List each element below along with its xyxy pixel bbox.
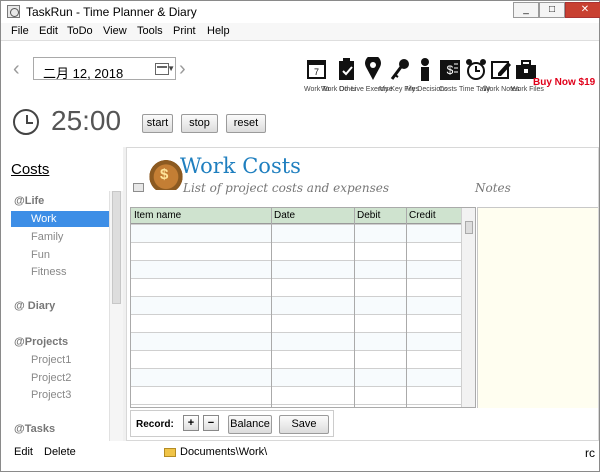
table-row-divider xyxy=(131,404,461,405)
notes-area[interactable] xyxy=(477,207,598,408)
key-tool-icon[interactable] xyxy=(389,57,411,83)
maximize-button[interactable]: □ xyxy=(539,2,565,18)
next-day-arrow[interactable]: › xyxy=(179,59,186,79)
close-button[interactable]: ✕ xyxy=(565,2,600,18)
folder-icon xyxy=(164,448,176,457)
svg-text:$: $ xyxy=(447,63,454,77)
column-credit[interactable]: Credit xyxy=(409,210,436,221)
timer-display: 25:00 xyxy=(51,105,122,136)
buy-now-link[interactable]: Buy Now $19 xyxy=(533,77,595,88)
table-row-divider xyxy=(131,332,461,333)
left-panel-title[interactable]: Costs xyxy=(11,161,49,178)
table-row-divider xyxy=(131,386,461,387)
list-item-work-selected[interactable]: Work xyxy=(11,211,109,227)
section-diary[interactable]: @ Diary xyxy=(14,300,55,312)
table-row-divider xyxy=(131,242,461,243)
table-row[interactable] xyxy=(131,368,461,386)
calculator-icon xyxy=(133,183,144,192)
stop-button[interactable]: stop xyxy=(181,114,218,133)
list-item-project2[interactable]: Project2 xyxy=(31,372,71,384)
page-subtitle: List of project costs and expenses xyxy=(183,181,389,195)
menu-tools[interactable]: Tools xyxy=(137,25,163,37)
notes-title: Notes xyxy=(475,181,511,195)
calendar-tool-icon[interactable]: 7 xyxy=(306,57,328,83)
section-tasks[interactable]: @Tasks xyxy=(14,423,55,435)
left-panel-scroll-thumb[interactable] xyxy=(112,191,121,304)
menu-view[interactable]: View xyxy=(103,25,127,37)
timer-row: 25:00 start stop reset xyxy=(1,97,599,147)
table-row[interactable] xyxy=(131,296,461,314)
add-record-button[interactable]: + xyxy=(183,415,199,431)
costs-table[interactable]: Item name Date Debit Credit xyxy=(130,207,476,408)
table-row-divider xyxy=(131,314,461,315)
section-projects[interactable]: @Projects xyxy=(14,336,68,348)
record-label: Record: xyxy=(136,419,174,430)
table-scrollbar[interactable] xyxy=(461,208,475,407)
table-row[interactable] xyxy=(131,260,461,278)
record-toolbar: Record: + − Balance Save xyxy=(130,410,334,437)
main-window: TaskRun - Time Planner & Diary _ □ ✕ Fil… xyxy=(0,0,600,472)
window-title: TaskRun - Time Planner & Diary xyxy=(26,5,197,19)
pin-tool-icon[interactable] xyxy=(362,55,384,83)
column-debit[interactable]: Debit xyxy=(357,210,380,221)
menu-help[interactable]: Help xyxy=(207,25,230,37)
balance-button[interactable]: Balance xyxy=(228,415,272,434)
status-corner-text: rc xyxy=(585,446,595,460)
save-button[interactable]: Save xyxy=(279,415,329,434)
delete-link[interactable]: Delete xyxy=(44,446,76,458)
table-row-divider xyxy=(131,260,461,261)
app-icon xyxy=(7,5,20,18)
start-button[interactable]: start xyxy=(142,114,173,133)
checklist-tool-icon[interactable] xyxy=(336,57,358,83)
bottom-bar: Edit Delete Documents\Work\ rc xyxy=(1,441,599,471)
column-divider xyxy=(354,208,355,407)
money-bag-icon xyxy=(149,152,183,190)
column-date[interactable]: Date xyxy=(274,210,295,221)
table-row[interactable] xyxy=(131,332,461,350)
list-item-project3[interactable]: Project3 xyxy=(31,389,71,401)
menu-edit[interactable]: Edit xyxy=(39,25,58,37)
table-row[interactable] xyxy=(131,224,461,242)
table-row-divider xyxy=(131,224,461,225)
table-row-divider xyxy=(131,296,461,297)
svg-text:7: 7 xyxy=(314,67,319,77)
list-item-fitness[interactable]: Fitness xyxy=(31,266,66,278)
titlebar: TaskRun - Time Planner & Diary _ □ ✕ xyxy=(1,1,600,23)
left-panel-scrollbar[interactable] xyxy=(109,191,123,441)
costs-panel: Work Costs List of project costs and exp… xyxy=(126,147,599,441)
date-value: 二月 12, 2018 xyxy=(43,66,124,81)
list-item-fun[interactable]: Fun xyxy=(31,249,50,261)
alarm-clock-icon xyxy=(13,109,39,135)
table-row-divider xyxy=(131,350,461,351)
date-picker[interactable]: 二月 12, 2018 ▼ xyxy=(33,57,176,81)
edit-link[interactable]: Edit xyxy=(14,446,33,458)
current-path[interactable]: Documents\Work\ xyxy=(180,446,267,458)
list-item-project1[interactable]: Project1 xyxy=(31,354,71,366)
list-item-family[interactable]: Family xyxy=(31,231,63,243)
column-divider xyxy=(271,208,272,407)
remove-record-button[interactable]: − xyxy=(203,415,219,431)
table-header: Item name Date Debit Credit xyxy=(131,208,461,224)
person-tool-icon[interactable] xyxy=(414,57,436,83)
minimize-button[interactable]: _ xyxy=(513,2,539,18)
chevron-down-icon[interactable]: ▼ xyxy=(167,64,175,73)
column-divider xyxy=(406,208,407,407)
tool-label-costs: Costs xyxy=(439,86,457,93)
left-navigation-panel: Costs @Life Work Family Fun Fitness @ Di… xyxy=(1,147,123,441)
alarm-tool-icon[interactable] xyxy=(465,57,487,83)
menu-todo[interactable]: ToDo xyxy=(67,25,93,37)
page-title: Work Costs xyxy=(180,154,301,178)
column-item-name[interactable]: Item name xyxy=(134,210,181,221)
menu-file[interactable]: File xyxy=(11,25,29,37)
notes-tool-icon[interactable] xyxy=(490,57,512,83)
menu-print[interactable]: Print xyxy=(173,25,196,37)
reset-button[interactable]: reset xyxy=(226,114,266,133)
money-tool-icon[interactable]: $ xyxy=(439,57,461,83)
table-row-divider xyxy=(131,278,461,279)
table-row-divider xyxy=(131,368,461,369)
menu-bar: File Edit ToDo View Tools Print Help xyxy=(1,23,599,41)
previous-day-arrow[interactable]: ‹ xyxy=(13,59,20,79)
table-scroll-thumb[interactable] xyxy=(465,221,473,234)
section-life[interactable]: @Life xyxy=(14,195,44,207)
